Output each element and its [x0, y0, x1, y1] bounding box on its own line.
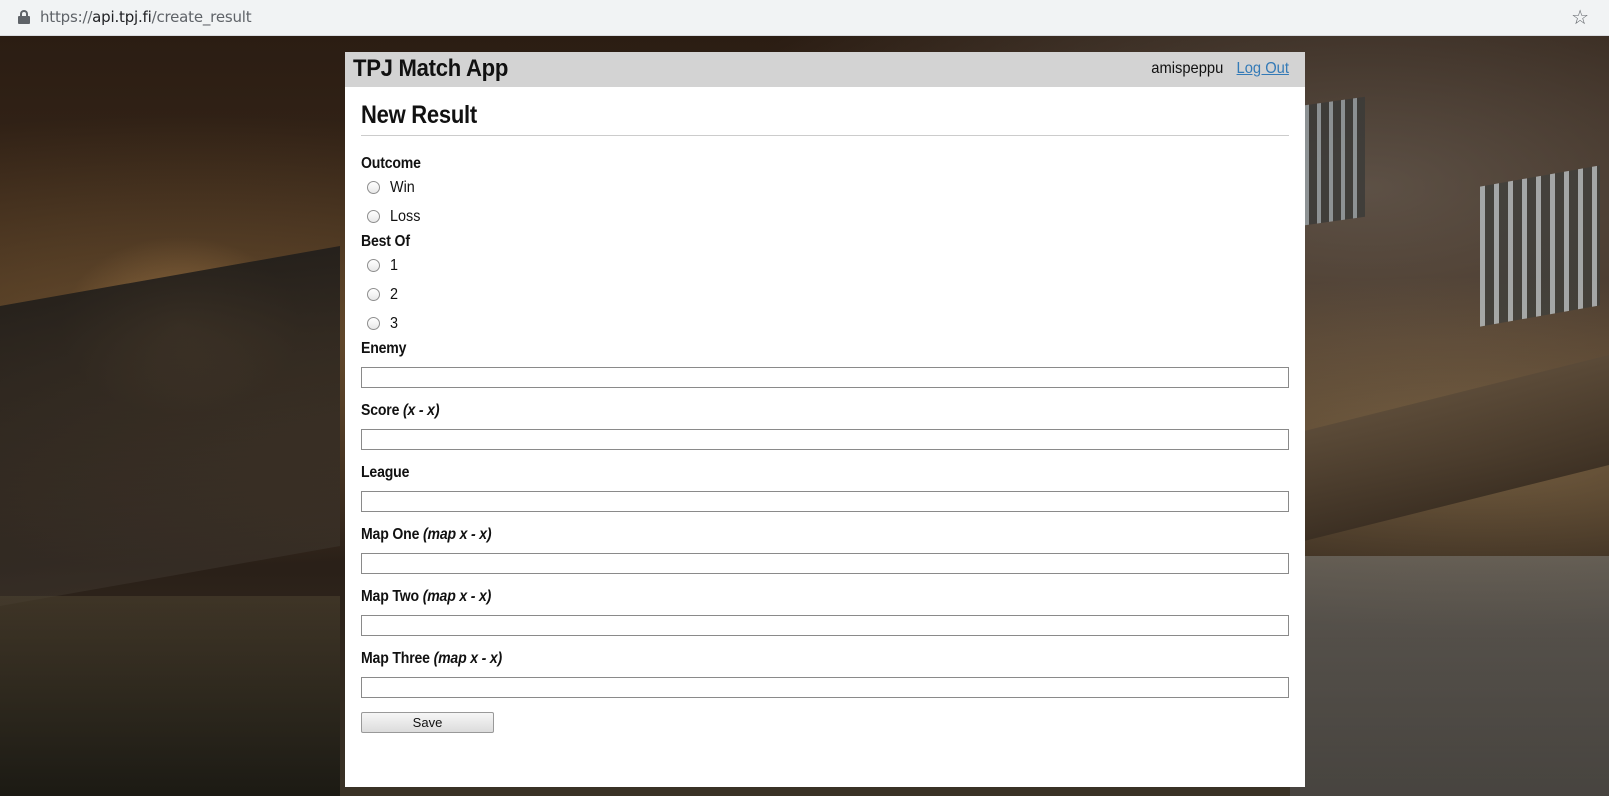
lock-icon	[18, 10, 30, 24]
league-label-text: League	[361, 464, 410, 481]
url-scheme: https://	[40, 8, 93, 26]
enemy-label-text: Enemy	[361, 340, 407, 357]
app-container: TPJ Match App amispeppu Log Out New Resu…	[345, 52, 1305, 787]
league-label: League	[361, 464, 1178, 482]
outcome-option-win[interactable]: Win	[361, 173, 1289, 202]
map-two-label-text: Map Two	[361, 588, 419, 605]
map-one-label-text: Map One	[361, 526, 420, 543]
best-of-1-radio[interactable]	[367, 259, 380, 272]
best-of-1-label[interactable]: 1	[390, 257, 398, 275]
app-brand[interactable]: TPJ Match App	[353, 55, 508, 83]
title-divider	[361, 135, 1289, 136]
bookmark-star-icon[interactable]: ☆	[1571, 5, 1589, 30]
best-of-2-radio[interactable]	[367, 288, 380, 301]
page-title: New Result	[361, 101, 477, 129]
best-of-3-radio[interactable]	[367, 317, 380, 330]
best-of-option-3[interactable]: 3	[361, 309, 1289, 338]
url-path: /create_result	[151, 8, 252, 26]
league-input[interactable]	[361, 491, 1289, 512]
map-three-input[interactable]	[361, 677, 1289, 698]
save-button[interactable]: Save	[361, 712, 494, 733]
score-input[interactable]	[361, 429, 1289, 450]
best-of-2-label[interactable]: 2	[390, 286, 398, 304]
best-of-3-label[interactable]: 3	[390, 315, 398, 333]
map-two-hint: (map x - x)	[422, 588, 492, 605]
enemy-label: Enemy	[361, 340, 1178, 358]
score-label: Score (x - x)	[361, 402, 1178, 420]
outcome-label: Outcome	[361, 155, 421, 172]
url-text[interactable]: https://api.tpj.fi/create_result	[40, 8, 252, 26]
username: amispeppu	[1150, 60, 1223, 77]
map-three-hint: (map x - x)	[433, 650, 503, 667]
outcome-win-label[interactable]: Win	[390, 179, 415, 197]
outcome-loss-radio[interactable]	[367, 210, 380, 223]
enemy-input[interactable]	[361, 367, 1289, 388]
url-host: api.tpj.fi	[92, 8, 152, 26]
outcome-win-radio[interactable]	[367, 181, 380, 194]
map-one-input[interactable]	[361, 553, 1289, 574]
map-two-label: Map Two (map x - x)	[361, 588, 1178, 606]
browser-address-bar[interactable]: https://api.tpj.fi/create_result ☆	[0, 0, 1609, 36]
best-of-option-2[interactable]: 2	[361, 280, 1289, 309]
score-label-text: Score	[361, 402, 400, 419]
best-of-label: Best Of	[361, 233, 410, 250]
outcome-loss-label[interactable]: Loss	[390, 208, 420, 226]
logout-link[interactable]: Log Out	[1237, 60, 1289, 78]
map-one-label: Map One (map x - x)	[361, 526, 1178, 544]
score-hint: (x - x)	[403, 402, 440, 419]
top-navbar: TPJ Match App amispeppu Log Out	[345, 52, 1305, 87]
map-three-label: Map Three (map x - x)	[361, 650, 1178, 668]
best-of-option-1[interactable]: 1	[361, 251, 1289, 280]
map-two-input[interactable]	[361, 615, 1289, 636]
new-result-form: New Result Outcome Win Loss Best Of 1 2 …	[361, 87, 1289, 733]
map-one-hint: (map x - x)	[422, 526, 492, 543]
map-three-label-text: Map Three	[361, 650, 430, 667]
outcome-option-loss[interactable]: Loss	[361, 202, 1289, 231]
